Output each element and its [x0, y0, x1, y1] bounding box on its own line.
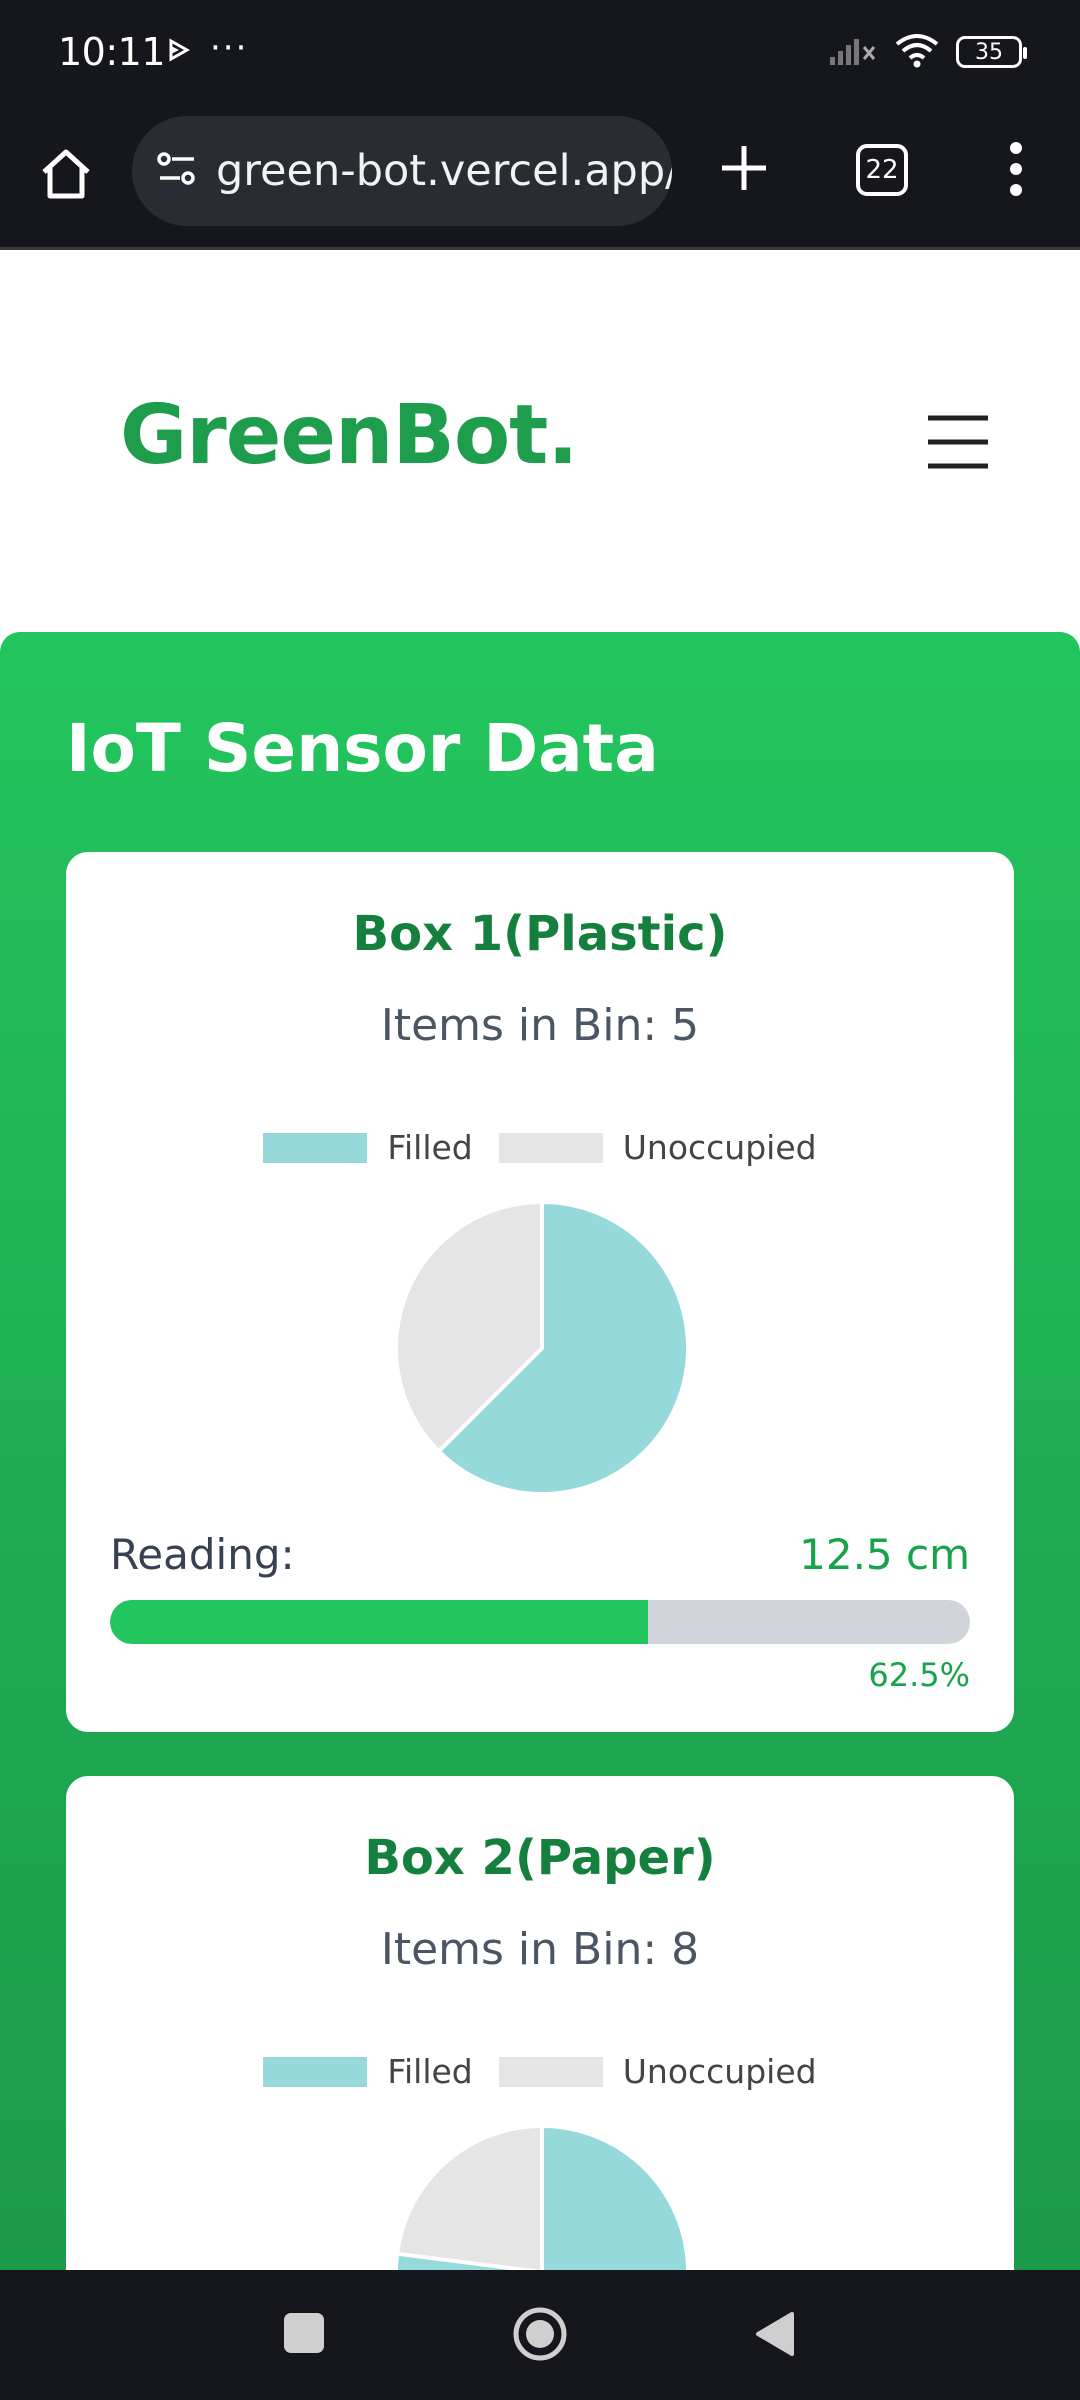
legend-unoccupied[interactable]: Unoccupied — [498, 2052, 817, 2091]
more-vert-icon[interactable] — [996, 134, 1036, 204]
battery-icon: 35 — [956, 36, 1027, 68]
progress-percent: 62.5% — [868, 1656, 970, 1694]
items-count: Items in Bin: 5 — [380, 1000, 700, 1051]
chart-legend: Filled Unoccupied — [66, 1128, 1014, 1167]
legend-filled[interactable]: Filled — [263, 1128, 473, 1167]
back-icon[interactable] — [752, 2310, 796, 2358]
hamburger-icon[interactable] — [926, 410, 990, 474]
home-circle-icon[interactable] — [512, 2306, 568, 2362]
legend-swatch-filled — [263, 1132, 368, 1163]
reading-value: 12.5 cm — [799, 1530, 970, 1579]
site-settings-icon[interactable] — [156, 151, 198, 191]
address-bar[interactable]: green-bot.vercel.app/ — [132, 116, 672, 226]
recents-icon[interactable] — [284, 2313, 324, 2353]
legend-label: Filled — [387, 1128, 473, 1167]
legend-label: Unoccupied — [622, 1128, 817, 1167]
legend-label: Unoccupied — [622, 2052, 817, 2091]
status-icons: 35 — [828, 32, 1027, 72]
section-title: IoT Sensor Data — [66, 710, 659, 787]
plus-icon[interactable] — [714, 138, 774, 198]
progress-fill — [110, 1600, 648, 1644]
status-bar: 10:11 ··· 35 — [0, 0, 1080, 108]
play-icon — [168, 38, 191, 66]
card-title: Box 1(Plastic) — [352, 906, 728, 962]
legend-swatch-filled — [263, 2056, 368, 2087]
signal-icon — [828, 33, 878, 71]
system-nav-bar — [0, 2270, 1080, 2400]
url-text[interactable]: green-bot.vercel.app/ — [216, 146, 672, 196]
fill-progress-bar — [110, 1600, 970, 1644]
status-more-icon: ··· — [210, 28, 249, 68]
wifi-icon — [894, 32, 940, 72]
site-header: GreenBot. — [0, 250, 1080, 632]
items-count: Items in Bin: 8 — [380, 1924, 700, 1975]
pie-chart — [394, 1199, 690, 1496]
legend-unoccupied[interactable]: Unoccupied — [498, 1128, 817, 1167]
legend-swatch-unoccupied — [498, 1132, 603, 1163]
browser-toolbar: green-bot.vercel.app/ 22 — [0, 108, 1080, 250]
sensor-section: IoT Sensor Data Box 1(Plastic) Items in … — [0, 632, 1080, 2270]
legend-swatch-unoccupied — [498, 2056, 603, 2087]
status-time: 10:11 — [58, 30, 166, 74]
card-title: Box 2(Paper) — [364, 1830, 716, 1886]
reading-label: Reading: — [110, 1530, 295, 1579]
bin-card: Box 1(Plastic) Items in Bin: 5 Filled Un… — [66, 852, 1014, 1732]
legend-filled[interactable]: Filled — [263, 2052, 473, 2091]
bin-card: Box 2(Paper) Items in Bin: 8 Filled Unoc… — [66, 1776, 1014, 2270]
tab-switcher-button[interactable]: 22 — [856, 144, 908, 196]
legend-label: Filled — [387, 2052, 473, 2091]
pie-chart — [394, 2123, 690, 2270]
chart-legend: Filled Unoccupied — [66, 2052, 1014, 2091]
site-logo[interactable]: GreenBot. — [120, 388, 579, 483]
home-icon[interactable] — [34, 142, 98, 206]
pie-slice-unoccupied[interactable] — [394, 2123, 544, 2270]
